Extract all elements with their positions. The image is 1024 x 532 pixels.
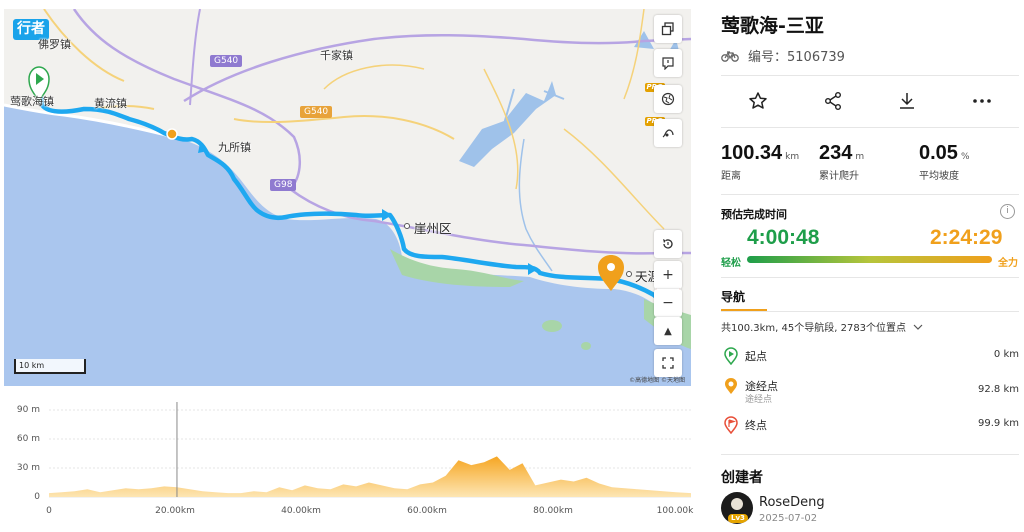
creator-title: 创建者 [721, 470, 763, 486]
route-number: 编号：5106739 [721, 46, 845, 65]
road-shield-g98: G98 [270, 179, 297, 191]
elevation-chart [49, 402, 691, 498]
stat-grade: 0.05% 平均坡度 [919, 142, 970, 182]
zoom-out-button[interactable]: − [654, 289, 682, 317]
eta-gradient-bar [747, 256, 992, 263]
creator-date: 2025-07-02 [759, 513, 818, 524]
note-icon[interactable] [654, 49, 682, 77]
stat-value: 0.05 [919, 142, 958, 164]
end-pin-icon [724, 416, 738, 434]
eta-easy-time: 4:00:48 [747, 226, 820, 249]
download-icon [900, 93, 915, 109]
stat-unit: % [960, 152, 970, 162]
eta-easy-label: 轻松 [721, 258, 741, 269]
stat-value: 100.34 [721, 142, 783, 164]
stat-value: 234 [819, 142, 853, 164]
place-huangliu: 黄流镇 [94, 97, 127, 110]
action-bar [721, 76, 1019, 126]
elevation-profile[interactable]: 90 m 60 m 30 m 0 0 20.00km 40.00km 60.00… [4, 396, 694, 532]
stat-label: 平均坡度 [919, 171, 959, 182]
stat-climb: 234 m 累计爬升 [819, 142, 864, 182]
layers-glyph [661, 22, 674, 36]
zoom-in-button[interactable]: + [654, 261, 682, 289]
reset-glyph [663, 239, 673, 249]
waypoint-distance: 0 km [993, 349, 1019, 360]
elevation-area [49, 456, 691, 497]
stat-label: 距离 [721, 171, 741, 182]
bicycle-icon [721, 50, 739, 62]
waypoint-subtitle: 途经点 [745, 395, 773, 405]
nav-summary[interactable]: 共100.3km, 45个导航段, 2783个位置点 [721, 319, 923, 334]
place-qianjia: 千家镇 [320, 49, 353, 62]
route-number-text: 编号：5106739 [748, 50, 845, 65]
x-tick-label: 20.00km [155, 506, 195, 516]
place-foluo: 佛罗镇 [38, 38, 71, 51]
x-tick-label: 40.00km [281, 506, 321, 516]
road-shield-g540: G540 [300, 106, 333, 118]
more-button[interactable] [945, 76, 1020, 126]
nav-summary-text: 共100.3km, 45个导航段, 2783个位置点 [721, 323, 907, 334]
waypoint-via[interactable]: 途经点 途经点 92.8 km [721, 376, 1019, 406]
eta-hard-time: 2:24:29 [930, 226, 1003, 249]
star-icon [749, 92, 767, 109]
stat-unit: km [785, 152, 800, 162]
route-info-panel: 莺歌海-三亚 编号：5106739 100.34 km 距离 234 m 累计爬… [721, 0, 1024, 532]
layers-icon[interactable] [654, 15, 682, 43]
stat-label: 累计爬升 [819, 171, 859, 182]
road-shield-g540: G540 [210, 55, 243, 67]
divider [721, 454, 1019, 455]
start-pin-icon [724, 347, 738, 365]
compass-north-button[interactable]: ▲ [654, 317, 682, 345]
waypoint-end[interactable]: 终点 99.9 km [721, 415, 1019, 445]
globe-icon[interactable] [654, 85, 682, 113]
waypoint-distance: 92.8 km [978, 384, 1019, 395]
terrain-icon[interactable] [654, 119, 682, 147]
place-yinggehai: 莺歌海镇 [10, 95, 54, 108]
divider [721, 311, 1019, 312]
x-tick-label: 0 [46, 506, 52, 516]
waypoint-start[interactable]: 起点 0 km [721, 346, 1019, 376]
reset-icon[interactable] [654, 230, 682, 258]
info-icon[interactable]: i [1000, 204, 1015, 219]
favorite-button[interactable] [721, 76, 796, 126]
waypoint-distance: 99.9 km [978, 418, 1019, 429]
share-icon [824, 92, 841, 110]
map-scale: 10 km [14, 359, 86, 374]
share-button[interactable] [796, 76, 871, 126]
chevron-down-icon [913, 324, 923, 330]
download-button[interactable] [870, 76, 945, 126]
creator-name[interactable]: RoseDeng [759, 495, 825, 510]
fullscreen-icon[interactable] [654, 349, 682, 377]
route-title: 莺歌海-三亚 [721, 15, 824, 37]
avatar[interactable]: Lv3 [721, 492, 753, 524]
stat-distance: 100.34 km 距离 [721, 142, 799, 182]
terrain-glyph [662, 129, 674, 138]
waypoint-name: 起点 [745, 350, 767, 363]
map-canvas [4, 9, 691, 386]
divider [721, 127, 1019, 128]
level-badge: Lv3 [728, 514, 748, 523]
place-yazhou: 崖州区 [414, 221, 452, 236]
note-glyph [662, 57, 674, 70]
x-tick-label: 60.00km [407, 506, 447, 516]
map-attribution: ©高德地图 ©天地图 [629, 377, 685, 384]
divider [721, 277, 1019, 278]
via-pin-icon [725, 378, 737, 394]
stat-unit: m [855, 152, 865, 162]
eta-title: 预估完成时间 [721, 208, 787, 221]
globe-glyph [661, 92, 675, 106]
tab-navigation[interactable]: 导航 [721, 288, 745, 305]
fullscreen-glyph [662, 357, 674, 369]
waypoint-name: 终点 [745, 419, 767, 432]
place-jiusuo: 九所镇 [218, 141, 251, 154]
x-tick-label: 80.00km [533, 506, 573, 516]
eta-hard-label: 全力 [998, 258, 1018, 269]
route-map[interactable]: 行者 佛罗镇 莺歌海镇 黄流镇 千家镇 九所镇 崖州区 天涯 G540 G540… [4, 9, 691, 386]
more-icon [972, 99, 991, 103]
divider [721, 194, 1019, 195]
x-tick-label: 100.00k [656, 506, 694, 516]
